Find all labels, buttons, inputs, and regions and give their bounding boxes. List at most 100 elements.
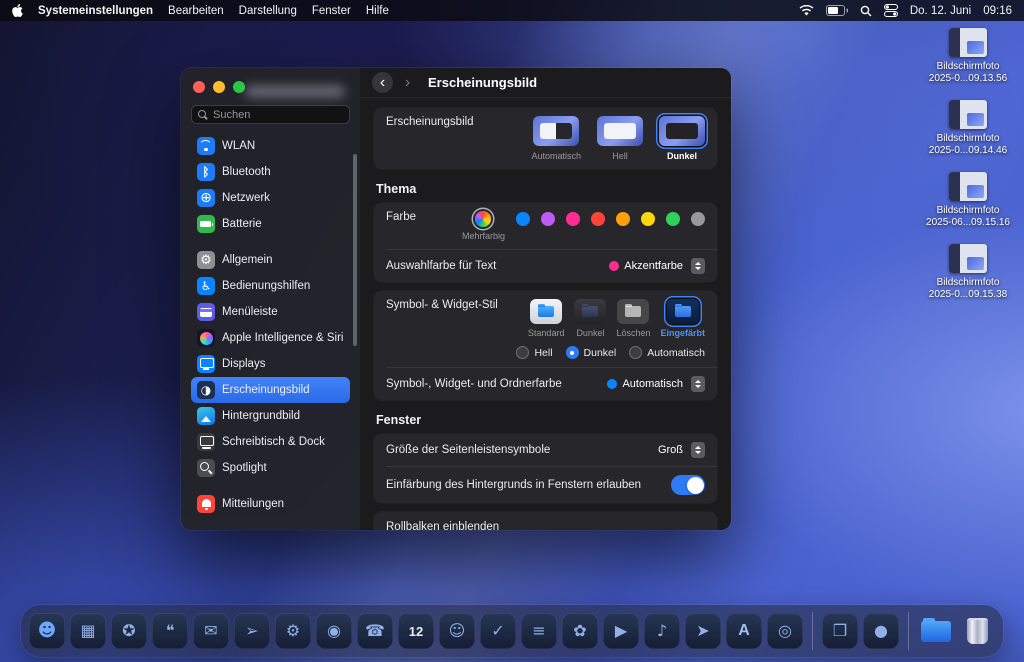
- menu-bar-status: Do. 12. Juni 09:16: [799, 4, 1012, 17]
- sidebar-item-spotlight[interactable]: Spotlight: [191, 455, 350, 481]
- sidebar-item-netzwerk[interactable]: Netzwerk: [191, 185, 350, 211]
- sidebar-icon-size-dropdown[interactable]: Groß: [658, 442, 705, 458]
- color-swatch[interactable]: [566, 212, 580, 226]
- desktop-icon-label-line1: Bildschirmfoto: [937, 61, 1000, 73]
- dock-item-preview[interactable]: ◎: [767, 613, 803, 649]
- sidebar-scrollbar[interactable]: [353, 154, 357, 346]
- icon-style-tile-loeschen[interactable]: Löschen: [616, 299, 650, 338]
- dock-item-app-store[interactable]: A: [726, 613, 762, 649]
- color-swatch[interactable]: [616, 212, 630, 226]
- multicolor-swatch[interactable]: [475, 211, 491, 227]
- color-swatch[interactable]: [591, 212, 605, 226]
- dock-item-contacts[interactable]: ☺: [439, 613, 475, 649]
- dock-item-mail[interactable]: ✉: [193, 613, 229, 649]
- dock-item-ball-app[interactable]: ●: [863, 613, 899, 649]
- siri-icon: [197, 329, 215, 347]
- desktop-icon-screenshot[interactable]: Bildschirmfoto2025-0...09.15.38: [920, 244, 1016, 301]
- menu-darstellung[interactable]: Darstellung: [239, 5, 297, 17]
- close-button[interactable]: [193, 81, 205, 93]
- sidebar-item-bedienungshilfen[interactable]: Bedienungshilfen: [191, 273, 350, 299]
- dock-item-music[interactable]: ♪: [644, 613, 680, 649]
- sidebar-item-menueleiste[interactable]: Menüleiste: [191, 299, 350, 325]
- dock-item-finder[interactable]: ☻: [29, 613, 65, 649]
- control-center-icon[interactable]: [884, 4, 898, 17]
- color-swatch[interactable]: [666, 212, 680, 226]
- color-swatch[interactable]: [541, 212, 555, 226]
- search-placeholder: Suchen: [213, 109, 250, 121]
- dock-separator: [812, 612, 813, 650]
- menu-fenster[interactable]: Fenster: [312, 5, 351, 17]
- dock-item-phone[interactable]: ☎: [357, 613, 393, 649]
- menu-bar-time[interactable]: 09:16: [983, 5, 1012, 17]
- dock-item-maps[interactable]: ➢: [234, 613, 270, 649]
- icon-style-tile-standard[interactable]: Standard: [528, 299, 565, 338]
- battery-status-icon[interactable]: [826, 5, 848, 16]
- menu-hilfe[interactable]: Hilfe: [366, 5, 389, 17]
- sidebar-item-wlan[interactable]: WLAN: [191, 133, 350, 159]
- screenshot-thumbnail-icon: [949, 172, 987, 201]
- desktop-icon-screenshot[interactable]: Bildschirmfoto2025-0...09.14.46: [920, 100, 1016, 157]
- icon-style-tile-eingefaerbt[interactable]: Eingefärbt: [660, 299, 705, 338]
- desktop-icon-screenshot[interactable]: Bildschirmfoto2025-0...09.13.56: [920, 28, 1016, 85]
- appearance-option-label: Dunkel: [667, 151, 697, 161]
- dock-item-reminders[interactable]: ✓: [480, 613, 516, 649]
- sidebar-item-erscheinungsbild[interactable]: Erscheinungsbild: [191, 377, 350, 403]
- sidebar-item-displays[interactable]: Displays: [191, 351, 350, 377]
- sidebar-item-schreibtisch-dock[interactable]: Schreibtisch & Dock: [191, 429, 350, 455]
- sidebar-item-batterie[interactable]: Batterie: [191, 211, 350, 237]
- icon-style-mode-radio-option[interactable]: Hell: [516, 346, 552, 359]
- radio-label: Hell: [534, 347, 552, 359]
- dock-item-tv[interactable]: ▶: [603, 613, 639, 649]
- sidebar-item-bluetooth[interactable]: Bluetooth: [191, 159, 350, 185]
- phone-icon: ☎: [365, 623, 385, 639]
- dock-item-safari[interactable]: ✪: [111, 613, 147, 649]
- accessibility-icon: [197, 277, 215, 295]
- dock-item-launchpad[interactable]: ▦: [70, 613, 106, 649]
- text-highlight-dropdown[interactable]: Akzentfarbe: [609, 258, 705, 274]
- zoom-button[interactable]: [233, 81, 245, 93]
- wifi-status-icon[interactable]: [799, 5, 814, 16]
- icon-style-mode-radio-option[interactable]: Dunkel: [566, 346, 617, 359]
- dock-item-messages[interactable]: ❝: [152, 613, 188, 649]
- sidebar-item-apple-intelligence-siri[interactable]: Apple Intelligence & Siri: [191, 325, 350, 351]
- icon-color-dropdown[interactable]: Automatisch: [607, 376, 705, 392]
- back-button[interactable]: ‹: [372, 72, 393, 93]
- menu-bar-date[interactable]: Do. 12. Juni: [910, 5, 971, 17]
- page-title: Erscheinungsbild: [428, 75, 537, 90]
- sidebar-search-field[interactable]: Suchen: [191, 105, 350, 124]
- appearance-option-auto[interactable]: Automatisch: [531, 116, 581, 161]
- downloads-folder-icon: [921, 621, 951, 642]
- desktop-icon-screenshot[interactable]: Bildschirmfoto2025-06...09.15.16: [920, 172, 1016, 229]
- sidebar-item-hintergrundbild[interactable]: Hintergrundbild: [191, 403, 350, 429]
- search-menu-icon[interactable]: [860, 5, 872, 17]
- sidebar-item-mitteilungen[interactable]: Mitteilungen: [191, 491, 350, 517]
- dock-item-photos[interactable]: ✿: [562, 613, 598, 649]
- appearance-option-light[interactable]: Hell: [597, 116, 643, 161]
- dock-item-settings[interactable]: ⚙: [275, 613, 311, 649]
- color-swatch[interactable]: [516, 212, 530, 226]
- dock-item-window-app[interactable]: ❒: [822, 613, 858, 649]
- color-swatch[interactable]: [691, 212, 705, 226]
- window-tint-toggle[interactable]: [671, 475, 705, 495]
- minimize-button[interactable]: [213, 81, 225, 93]
- preview-icon: ◎: [778, 623, 792, 639]
- dock-item-notes[interactable]: ≡: [521, 613, 557, 649]
- bell-icon: [197, 495, 215, 513]
- apple-menu-icon[interactable]: [12, 4, 23, 17]
- dock-item-downloads[interactable]: [918, 613, 954, 649]
- app-menu-title[interactable]: Systemeinstellungen: [38, 5, 153, 17]
- dock-item-calendar[interactable]: 12: [398, 613, 434, 649]
- icon-style-tile-dunkel[interactable]: Dunkel: [574, 299, 606, 338]
- appearance-option-dark[interactable]: Dunkel: [659, 116, 705, 161]
- dock-item-trash[interactable]: [959, 613, 995, 649]
- sidebar-item-allgemein[interactable]: Allgemein: [191, 247, 350, 273]
- forward-button[interactable]: ›: [397, 72, 418, 93]
- desktop-icon-label-line1: Bildschirmfoto: [937, 277, 1000, 289]
- icon-color-value: Automatisch: [622, 378, 683, 390]
- sidebar-item-label: Mitteilungen: [222, 498, 284, 510]
- menu-bearbeiten[interactable]: Bearbeiten: [168, 5, 224, 17]
- dock-item-launcher[interactable]: ➤: [685, 613, 721, 649]
- icon-style-mode-radio-option[interactable]: Automatisch: [629, 346, 705, 359]
- dock-item-facetime[interactable]: ◉: [316, 613, 352, 649]
- color-swatch[interactable]: [641, 212, 655, 226]
